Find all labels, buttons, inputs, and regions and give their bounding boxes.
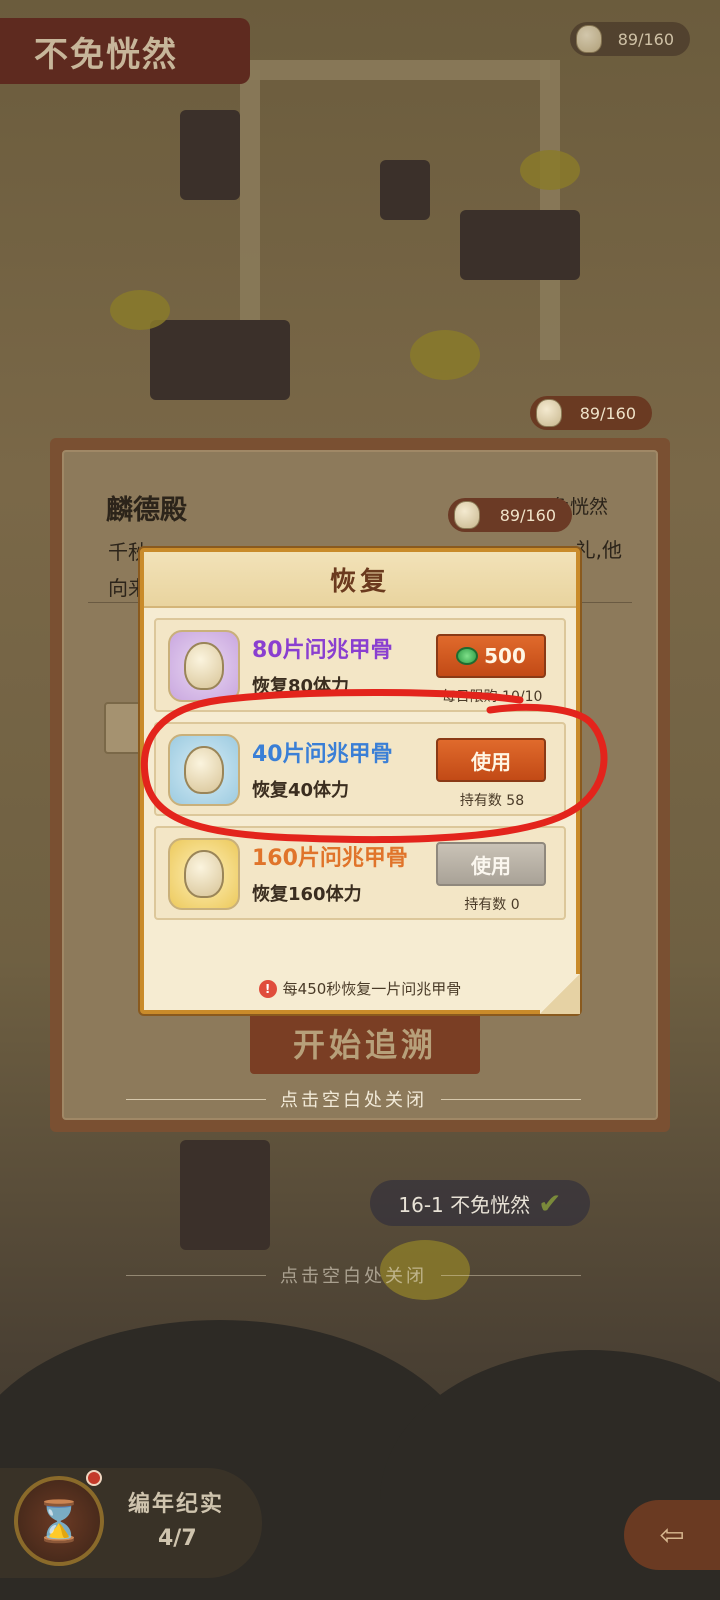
item-name: 80片问兆甲骨	[252, 638, 393, 663]
dialog-stamina-counter: 89/160	[448, 498, 572, 532]
notification-dot	[86, 1470, 102, 1486]
hall-title: 麟德殿	[106, 495, 187, 526]
chronicle-progress: 4/7	[158, 1526, 197, 1551]
stamina-value: 89/160	[499, 505, 556, 525]
item-name: 160片问兆甲骨	[252, 846, 408, 871]
exclamation-icon: !	[258, 979, 277, 998]
hall-description-right: 礼,他	[575, 538, 622, 562]
oracle-bone-icon	[576, 25, 602, 53]
oracle-bone-icon	[454, 501, 480, 529]
oracle-bone-icon	[184, 850, 224, 898]
item-thumbnail	[168, 630, 240, 702]
recovery-note: ! 每450秒恢复一片问兆甲骨	[144, 978, 576, 999]
buy-button[interactable]: 500	[436, 634, 546, 678]
item-description: 恢复160体力	[252, 884, 362, 905]
recover-item-80: 80片问兆甲骨 恢复80体力 500 每日限购 10/10	[154, 618, 566, 712]
stamina-value: 89/160	[617, 29, 674, 49]
hourglass-icon: ⌛	[14, 1476, 104, 1566]
item-name: 40片问兆甲骨	[252, 742, 393, 767]
chapter-label: 16-1 不免恍然	[398, 1192, 531, 1217]
level-title-text: 不免恍然	[34, 34, 178, 75]
recover-title: 恢复	[144, 552, 576, 608]
use-button-disabled[interactable]: 使用	[436, 842, 546, 886]
owned-count-text: 持有数 58	[459, 793, 525, 809]
item-thumbnail	[168, 734, 240, 806]
recovery-note-text: 每450秒恢复一片问兆甲骨	[282, 980, 462, 998]
chapter-badge[interactable]: 16-1 不免恍然 ✔	[370, 1180, 590, 1226]
recover-item-40: 40片问兆甲骨 恢复40体力 使用 持有数 58	[154, 722, 566, 816]
item-description: 恢复80体力	[252, 676, 350, 697]
oracle-bone-icon	[184, 746, 224, 794]
price-label: 500	[484, 644, 526, 668]
level-title-banner: 不免恍然	[0, 18, 250, 84]
item-thumbnail	[168, 838, 240, 910]
oracle-bone-icon	[536, 399, 562, 427]
item-description: 恢复40体力	[252, 780, 350, 801]
hint-line-right	[441, 1274, 581, 1276]
owned-count-text: 持有数 0	[464, 897, 520, 913]
hint-line-left	[126, 1274, 266, 1276]
mid-stamina-counter: 89/160	[530, 396, 652, 430]
chronicle-button[interactable]: ⌛ 编年纪实 4/7	[0, 1468, 262, 1578]
jade-coin-icon	[456, 647, 479, 665]
recover-panel: 恢复 80片问兆甲骨 恢复80体力 500 每日限购 10/10 40片问兆甲骨…	[140, 548, 580, 1014]
close-hint-secondary[interactable]: 点击空白处关闭	[126, 1262, 581, 1288]
top-stamina-counter: 89/160	[570, 22, 690, 56]
start-trace-button[interactable]: 开始追溯	[250, 1012, 480, 1074]
hint-line-left	[126, 1098, 266, 1100]
use-button[interactable]: 使用	[436, 738, 546, 782]
page-fold-corner	[540, 974, 580, 1014]
close-hint-text: 点击空白处关闭	[280, 1266, 427, 1287]
back-arrow-icon: ⇦	[659, 1517, 685, 1553]
close-hint[interactable]: 点击空白处关闭	[126, 1086, 581, 1112]
recover-item-160: 160片问兆甲骨 恢复160体力 使用 持有数 0	[154, 826, 566, 920]
daily-limit-text: 每日限购 10/10	[441, 689, 543, 705]
oracle-bone-icon	[184, 642, 224, 690]
chronicle-label: 编年纪实	[128, 1492, 225, 1517]
hint-line-right	[441, 1098, 581, 1100]
close-hint-text: 点击空白处关闭	[280, 1090, 427, 1111]
check-icon: ✔	[538, 1186, 562, 1220]
back-button[interactable]: ⇦	[624, 1500, 720, 1570]
stamina-value: 89/160	[579, 403, 636, 423]
